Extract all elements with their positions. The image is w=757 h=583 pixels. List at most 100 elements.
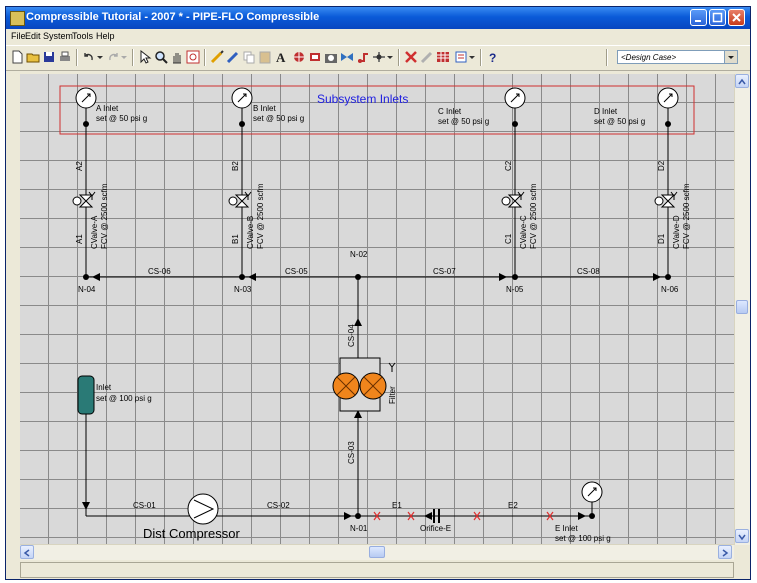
- diagram-canvas[interactable]: Subsystem Inlets A Inlet set @ 50 psi g: [20, 74, 734, 544]
- toolbar-separator: [398, 49, 400, 66]
- toolbar: A ? <Design Case>: [6, 45, 750, 71]
- scroll-up-button[interactable]: [735, 74, 749, 88]
- filter[interactable]: Filter: [332, 357, 397, 412]
- valve-setting: FCV @ 2500 scfm: [529, 183, 538, 249]
- design-case-select[interactable]: <Design Case>: [617, 50, 738, 64]
- add-controller-icon[interactable]: [356, 50, 370, 64]
- pipe-label[interactable]: CS-02: [267, 501, 290, 510]
- menu-tools[interactable]: Tools: [72, 31, 93, 41]
- print-icon[interactable]: [58, 50, 72, 64]
- pipe-label: D2: [657, 160, 666, 171]
- draw-pipe-icon[interactable]: [210, 50, 224, 64]
- inlet-setpoint: set @ 50 psi g: [253, 114, 304, 123]
- inlet-name: A Inlet: [96, 104, 119, 113]
- edit-disabled-icon[interactable]: [420, 50, 434, 64]
- redo-dropdown-icon[interactable]: [120, 50, 128, 64]
- zoom-fit-icon[interactable]: [186, 50, 200, 64]
- node-label[interactable]: N-01: [350, 524, 368, 533]
- toolbar-separator: [480, 49, 482, 66]
- vertical-scrollbar[interactable]: [734, 74, 750, 545]
- outlet-e[interactable]: E Inlet set @ 100 psi g: [555, 481, 611, 543]
- copy-icon[interactable]: [242, 50, 256, 64]
- pan-hand-icon[interactable]: [170, 50, 184, 64]
- node-label[interactable]: N-02: [350, 250, 368, 259]
- menu-help[interactable]: Help: [96, 31, 115, 41]
- scroll-right-button[interactable]: [718, 545, 732, 559]
- node-label[interactable]: N-03: [234, 285, 252, 294]
- save-icon[interactable]: [42, 50, 56, 64]
- menu-file[interactable]: File: [11, 31, 26, 41]
- valve-setting: FCV @ 2500 scfm: [100, 183, 109, 249]
- report-dropdown-icon[interactable]: [468, 50, 476, 64]
- node-dropdown-icon[interactable]: [386, 50, 394, 64]
- undo-dropdown-icon[interactable]: [96, 50, 104, 64]
- pipe-label[interactable]: CS-07: [433, 267, 456, 276]
- pencil-icon[interactable]: [226, 50, 240, 64]
- node-label[interactable]: N-06: [661, 285, 679, 294]
- add-compressor-icon[interactable]: [324, 50, 338, 64]
- dist-compressor[interactable]: Dist Compressor: [143, 493, 240, 541]
- inlet-name: B Inlet: [253, 104, 276, 113]
- pipe-label[interactable]: CS-08: [577, 267, 600, 276]
- minimize-button[interactable]: [690, 9, 707, 26]
- node-label[interactable]: N-04: [78, 285, 96, 294]
- select-pointer-icon[interactable]: [138, 50, 152, 64]
- table-icon[interactable]: [436, 50, 450, 64]
- source-tank[interactable]: Inlet set @ 100 psi g: [77, 375, 152, 415]
- inlet-a[interactable]: A Inlet set @ 50 psi g: [75, 87, 147, 127]
- undo-icon[interactable]: [82, 50, 96, 64]
- menu-edit[interactable]: Edit: [25, 31, 41, 41]
- pipe-label: A2: [75, 161, 84, 171]
- chevron-down-icon[interactable]: [724, 51, 737, 63]
- report-icon[interactable]: [454, 50, 468, 64]
- control-valve-d[interactable]: D2 D1 CValve-D FCV @ 2500 scfm: [654, 160, 691, 249]
- help-icon[interactable]: ?: [486, 50, 500, 64]
- pipe-label[interactable]: CS-04: [347, 324, 356, 347]
- horizontal-scroll-thumb[interactable]: [369, 546, 385, 558]
- close-button[interactable]: [728, 9, 745, 26]
- inlet-c[interactable]: C Inlet set @ 50 psi g: [438, 87, 526, 127]
- pipe-label: B1: [231, 234, 240, 244]
- vertical-scroll-thumb[interactable]: [736, 300, 748, 314]
- piping-diagram[interactable]: Subsystem Inlets A Inlet set @ 50 psi g: [20, 74, 734, 544]
- app-window: Compressible Tutorial - 2007 * - PIPE-FL…: [5, 6, 751, 580]
- delete-icon[interactable]: [404, 50, 418, 64]
- inlet-d[interactable]: D Inlet set @ 50 psi g: [594, 87, 679, 127]
- menu-system[interactable]: System: [43, 31, 73, 41]
- new-file-icon[interactable]: [10, 50, 24, 64]
- control-valve-b[interactable]: B2 B1 CValve-B FCV @ 2500 scfm: [228, 161, 265, 249]
- inlet-b[interactable]: B Inlet set @ 50 psi g: [231, 87, 304, 127]
- scroll-down-button[interactable]: [735, 529, 749, 543]
- redo-icon[interactable]: [106, 50, 120, 64]
- add-valve-icon[interactable]: [340, 50, 354, 64]
- control-valve-a[interactable]: A2 A1 CValve-A FCV @ 2500 scfm: [72, 161, 109, 249]
- title-bar[interactable]: Compressible Tutorial - 2007 * - PIPE-FL…: [6, 7, 750, 29]
- pipe-label[interactable]: E1: [392, 501, 402, 510]
- valve-setting: FCV @ 2500 scfm: [256, 183, 265, 249]
- group-title: Subsystem Inlets: [317, 92, 408, 106]
- maximize-button[interactable]: [709, 9, 726, 26]
- inlet-setpoint: set @ 50 psi g: [96, 114, 147, 123]
- paste-icon[interactable]: [258, 50, 272, 64]
- add-node-icon[interactable]: [372, 50, 386, 64]
- control-valve-c[interactable]: C2 C1 CValve-C FCV @ 2500 scfm: [501, 160, 538, 249]
- text-tool-icon[interactable]: A: [274, 50, 288, 64]
- add-pump-icon[interactable]: [292, 50, 306, 64]
- pipe-label[interactable]: CS-06: [148, 267, 171, 276]
- node-label[interactable]: N-05: [506, 285, 524, 294]
- menu-bar: File Edit System Tools Help: [6, 29, 750, 45]
- outlet-setpoint: set @ 100 psi g: [555, 534, 611, 543]
- pipe-label[interactable]: CS-03: [347, 441, 356, 464]
- orifice-e[interactable]: Orifice-E: [420, 509, 451, 533]
- app-icon: [10, 11, 25, 26]
- add-tank-icon[interactable]: [308, 50, 322, 64]
- scroll-left-button[interactable]: [20, 545, 34, 559]
- inlet-name: C Inlet: [438, 107, 462, 116]
- pipe-label[interactable]: CS-01: [133, 501, 156, 510]
- pipe-label[interactable]: CS-05: [285, 267, 308, 276]
- horizontal-scrollbar[interactable]: [20, 544, 734, 560]
- open-folder-icon[interactable]: [26, 50, 40, 64]
- zoom-icon[interactable]: [154, 50, 168, 64]
- compressor-label: Dist Compressor: [143, 526, 240, 541]
- pipe-label[interactable]: E2: [508, 501, 518, 510]
